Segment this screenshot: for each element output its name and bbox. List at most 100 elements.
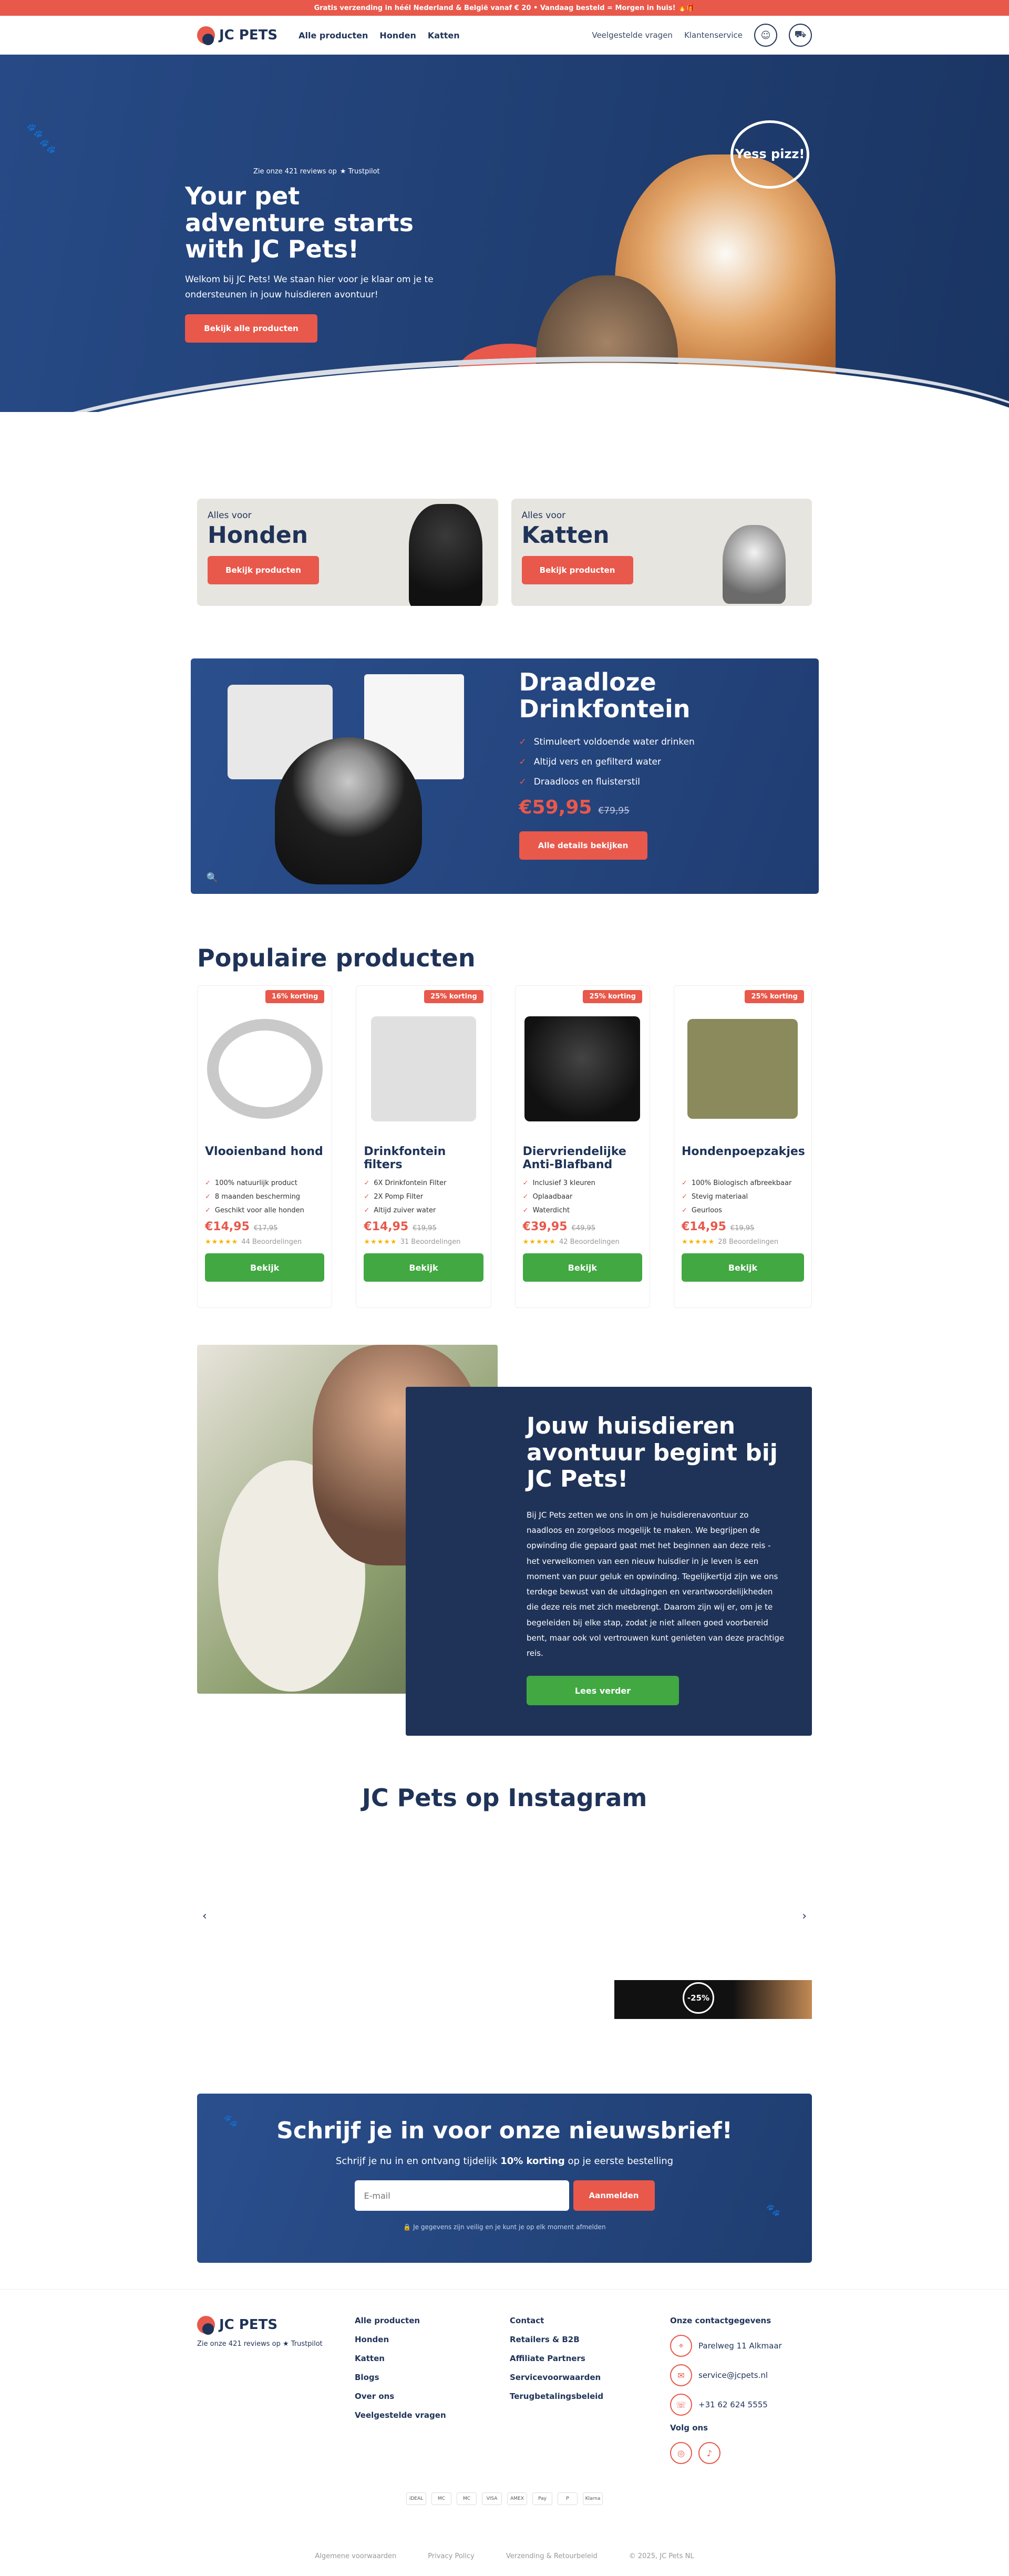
product-name[interactable]: Drinkfontein filters	[364, 1145, 483, 1177]
footer-link[interactable]: Contact	[510, 2316, 667, 2325]
product-name[interactable]: Hondenpoepzakjes	[682, 1145, 805, 1177]
product-rating: ★★★★★ 31 Beoordelingen	[364, 1238, 483, 1246]
visa-icon: VISA	[482, 2492, 502, 2505]
footer-link[interactable]: Blogs	[355, 2373, 510, 2382]
klarna-icon: Klarna	[583, 2492, 603, 2505]
follow-title: Volg ons	[670, 2423, 708, 2433]
category-card-cats[interactable]: Alles voor Katten Bekijk producten	[511, 499, 812, 606]
nav-item-faq[interactable]: Veelgestelde vragen	[592, 30, 673, 40]
product-image[interactable]	[364, 1006, 483, 1132]
feature-text: Waterdicht	[532, 1207, 570, 1214]
carousel-prev-icon[interactable]: ‹	[202, 1910, 207, 1923]
account-icon[interactable]: ☺	[754, 24, 777, 47]
product-feature: ✓ 100% Biologisch afbreekbaar	[682, 1179, 804, 1187]
email-link[interactable]: service@jcpets.nl	[698, 2371, 768, 2380]
tiktok-icon[interactable]: ♪	[698, 2442, 720, 2464]
footer-reviews[interactable]: Zie onze 421 reviews op ★ Trustpilot	[197, 2340, 355, 2348]
view-all-products-button[interactable]: Bekijk alle producten	[185, 314, 317, 343]
about-section: Jouw huisdieren avontuur begint bij JC P…	[197, 1345, 812, 1736]
zoom-icon[interactable]: 🔍	[207, 872, 218, 883]
trustpilot-logo: ★ Trustpilot	[339, 168, 380, 176]
nav-item-customer-service[interactable]: Klantenservice	[684, 30, 743, 40]
footer-contact: Onze contactgegevens ⌖ Parelweg 11 Alkmaa…	[670, 2316, 812, 2471]
logo-text: JC PETS	[219, 2317, 278, 2333]
view-cat-products-button[interactable]: Bekijk producten	[521, 556, 633, 584]
footer-link[interactable]: Affiliate Partners	[510, 2354, 667, 2363]
product-image[interactable]	[205, 1006, 324, 1132]
review-count: 44 Beoordelingen	[241, 1238, 302, 1246]
check-icon: ✓	[205, 1207, 211, 1214]
amex-icon: AMEX	[507, 2492, 527, 2505]
footer-link[interactable]: Retailers & B2B	[510, 2335, 667, 2344]
view-product-button[interactable]: Bekijk	[364, 1253, 483, 1282]
nav-item-cats[interactable]: Katten	[428, 30, 460, 40]
nav-item-all-products[interactable]: Alle producten	[298, 30, 368, 40]
product-name[interactable]: Vlooienband hond	[205, 1145, 324, 1177]
cat-image	[723, 504, 801, 604]
check-icon: ✓	[519, 737, 527, 748]
footer-link[interactable]: Katten	[355, 2354, 510, 2363]
footer-link[interactable]: Alle producten	[355, 2316, 510, 2325]
hero-reviews[interactable]: Zie onze 421 reviews op ★ Trustpilot	[185, 168, 448, 176]
product-image[interactable]	[523, 1006, 642, 1132]
read-more-button[interactable]: Lees verder	[527, 1676, 679, 1706]
terms-link[interactable]: Algemene voorwaarden	[315, 2552, 396, 2560]
star-icons: ★★★★★	[205, 1238, 239, 1246]
view-product-button[interactable]: Bekijk	[681, 1253, 804, 1282]
subscribe-button[interactable]: Aanmelden	[573, 2180, 655, 2211]
phone-link[interactable]: +31 62 624 5555	[698, 2400, 768, 2409]
logo-icon	[197, 2316, 215, 2335]
review-count: 28 Beoordelingen	[718, 1238, 779, 1246]
mail-icon: ✉	[670, 2364, 692, 2386]
maestro-icon: MC	[431, 2492, 451, 2505]
footer-link[interactable]: Over ons	[355, 2392, 510, 2401]
product-price: €14,95	[364, 1220, 409, 1233]
shipping-link[interactable]: Verzending & Retourbeleid	[506, 2552, 598, 2560]
site-footer: JC PETS Zie onze 421 reviews op ★ Trustp…	[0, 2289, 1009, 2576]
product-card[interactable]: 25% korting Drinkfontein filters ✓ 6X Dri…	[356, 985, 491, 1308]
main-nav: Alle producten Honden Katten	[298, 30, 460, 40]
announcement-text: Gratis verzending in héél Nederland & Be…	[314, 4, 695, 12]
check-icon: ✓	[205, 1193, 211, 1201]
check-icon: ✓	[205, 1179, 211, 1187]
check-icon: ✓	[681, 1179, 687, 1187]
footer-link[interactable]: Terugbetalingsbeleid	[510, 2392, 667, 2401]
footer-logo[interactable]: JC PETS	[197, 2316, 355, 2335]
view-details-button[interactable]: Alle details bekijken	[519, 831, 647, 860]
privacy-link[interactable]: Privacy Policy	[428, 2552, 475, 2560]
subtitle-text: Schrijf je nu in en ontvang tijdelijk	[335, 2156, 501, 2167]
location-icon: ⌖	[670, 2335, 692, 2357]
product-card[interactable]: 25% korting Hondenpoepzakjes ✓ 100% Biolo…	[673, 985, 812, 1308]
star-icons: ★★★★★	[681, 1238, 715, 1246]
product-price: €14,95	[205, 1220, 250, 1233]
product-card[interactable]: 25% korting Diervriendelijke Anti-Blafba…	[514, 985, 650, 1308]
view-dog-products-button[interactable]: Bekijk producten	[208, 556, 319, 584]
view-product-button[interactable]: Bekijk	[522, 1253, 642, 1282]
product-feature: ✓ 8 maanden bescherming	[205, 1193, 324, 1201]
category-card-dogs[interactable]: Alles voor Honden Bekijk producten	[197, 499, 498, 606]
footer-link[interactable]: Veelgestelde vragen	[355, 2410, 510, 2420]
view-product-button[interactable]: Bekijk	[205, 1253, 325, 1282]
logo-icon	[197, 26, 215, 45]
instagram-icon[interactable]: ◎	[670, 2442, 692, 2464]
bullet-text: Draadloos en fluisterstil	[533, 777, 641, 788]
nav-item-dogs[interactable]: Honden	[379, 30, 416, 40]
footer-link[interactable]: Servicevoorwaarden	[510, 2373, 667, 2382]
feature-bullet: ✓ Altijd vers en gefilterd water	[519, 757, 819, 767]
carousel-next-icon[interactable]: ›	[802, 1910, 807, 1923]
product-card[interactable]: 16% korting Vlooienband hond ✓ 100% natuu…	[197, 985, 333, 1308]
logo[interactable]: JC PETS	[197, 26, 277, 45]
email-field[interactable]	[354, 2180, 569, 2211]
cart-icon[interactable]: ⛟	[789, 24, 812, 47]
discount-badge: 16% korting	[265, 990, 325, 1003]
product-name[interactable]: Diervriendelijke Anti-Blafband	[523, 1145, 642, 1177]
product-image[interactable]	[682, 1006, 804, 1132]
feature-bullet: ✓ Stimuleert voldoende water drinken	[519, 737, 819, 747]
review-count: 31 Beoordelingen	[400, 1238, 461, 1246]
product-price: €14,95	[681, 1220, 726, 1233]
footer-link[interactable]: Honden	[355, 2335, 510, 2344]
hero-subtitle: Welkom bij JC Pets! We staan hier voor j…	[185, 274, 434, 300]
instagram-post[interactable]: -25%	[614, 1980, 812, 2019]
fountain-image	[227, 674, 475, 884]
about-text: Bij JC Pets zetten we ons in om je huisd…	[527, 1510, 785, 1658]
